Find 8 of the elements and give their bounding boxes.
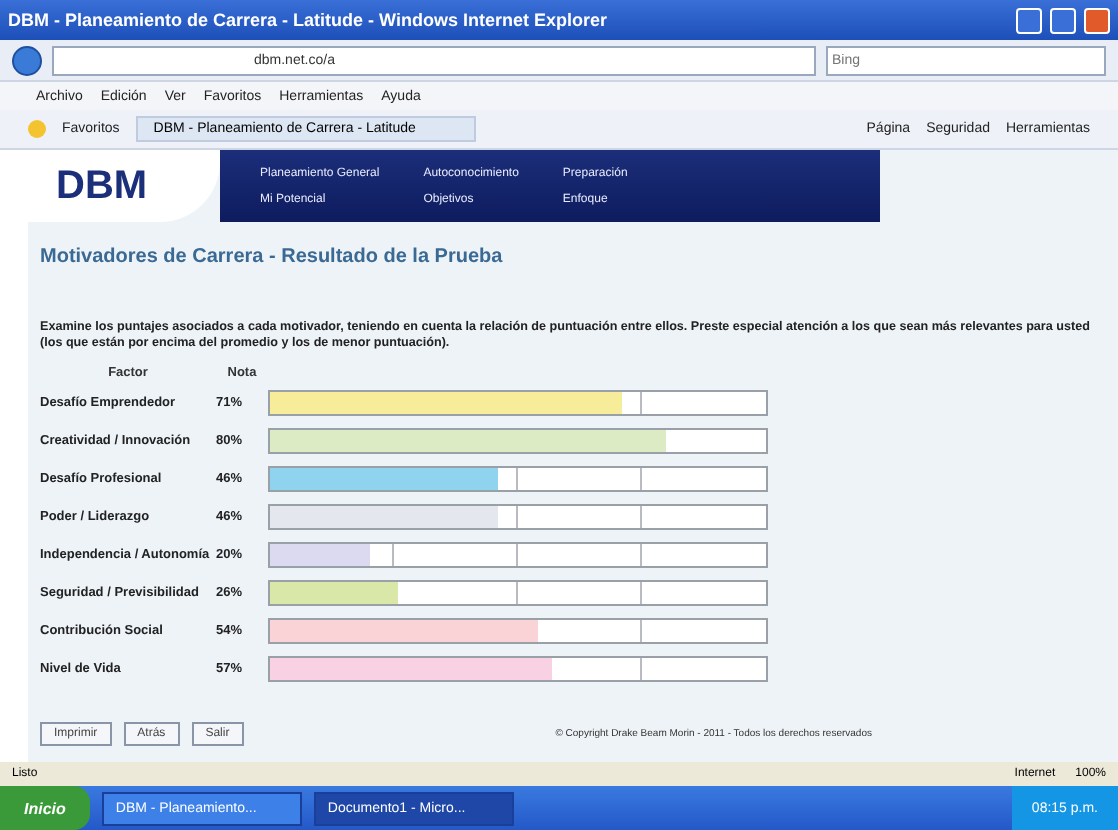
start-button[interactable]: Inicio <box>0 786 90 830</box>
window-title: DBM - Planeamiento de Carrera - Latitude - Windows Internet Explorer <box>8 10 609 30</box>
logo: DBM <box>28 150 220 222</box>
maximize-button[interactable] <box>1050 7 1076 33</box>
page-heading: Motivadores de Carrera - Resultado de la Prueba <box>40 246 505 268</box>
close-button[interactable] <box>1084 7 1110 33</box>
minimize-button[interactable] <box>1016 7 1042 33</box>
back-button[interactable] <box>12 45 42 75</box>
